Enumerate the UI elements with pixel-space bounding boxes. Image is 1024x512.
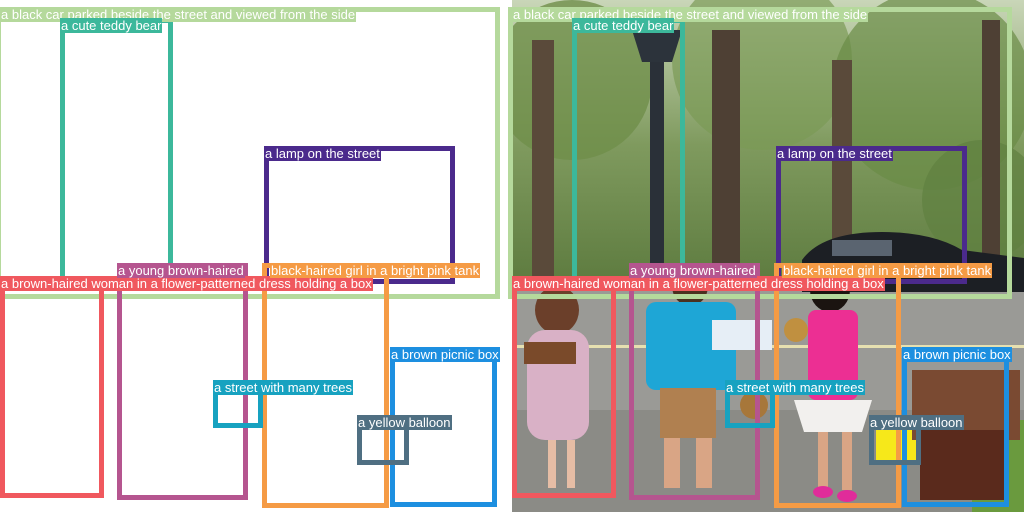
car-label: a black car parked beside the street and… (0, 7, 357, 22)
teddy-bear-box (60, 18, 173, 282)
girl-label: black-haired girl in a bright pink tank (782, 263, 993, 278)
teddy-bear-box (572, 18, 685, 282)
woman-box (512, 276, 616, 498)
picnic-box-label: a brown picnic box (902, 347, 1012, 362)
picnic-box-label: a brown picnic box (390, 347, 500, 362)
teddy-bear-label: a cute teddy bear (572, 18, 675, 33)
woman-box (0, 276, 104, 498)
woman-label: a brown-haired woman in a flower-pattern… (512, 276, 885, 291)
balloon-label: a yellow balloon (357, 415, 452, 430)
teddy-bear-label: a cute teddy bear (60, 18, 163, 33)
girl-label: black-haired girl in a bright pink tank (270, 263, 481, 278)
lamp-label: a lamp on the street (776, 146, 893, 161)
boy-label: a young brown-haired (629, 263, 757, 278)
street-label: a street with many trees (213, 380, 353, 395)
woman-label: a brown-haired woman in a flower-pattern… (0, 276, 373, 291)
car-label: a black car parked beside the street and… (512, 7, 869, 22)
street-label: a street with many trees (725, 380, 865, 395)
lamp-label: a lamp on the street (264, 146, 381, 161)
boy-label: a young brown-haired (117, 263, 245, 278)
balloon-label: a yellow balloon (869, 415, 964, 430)
